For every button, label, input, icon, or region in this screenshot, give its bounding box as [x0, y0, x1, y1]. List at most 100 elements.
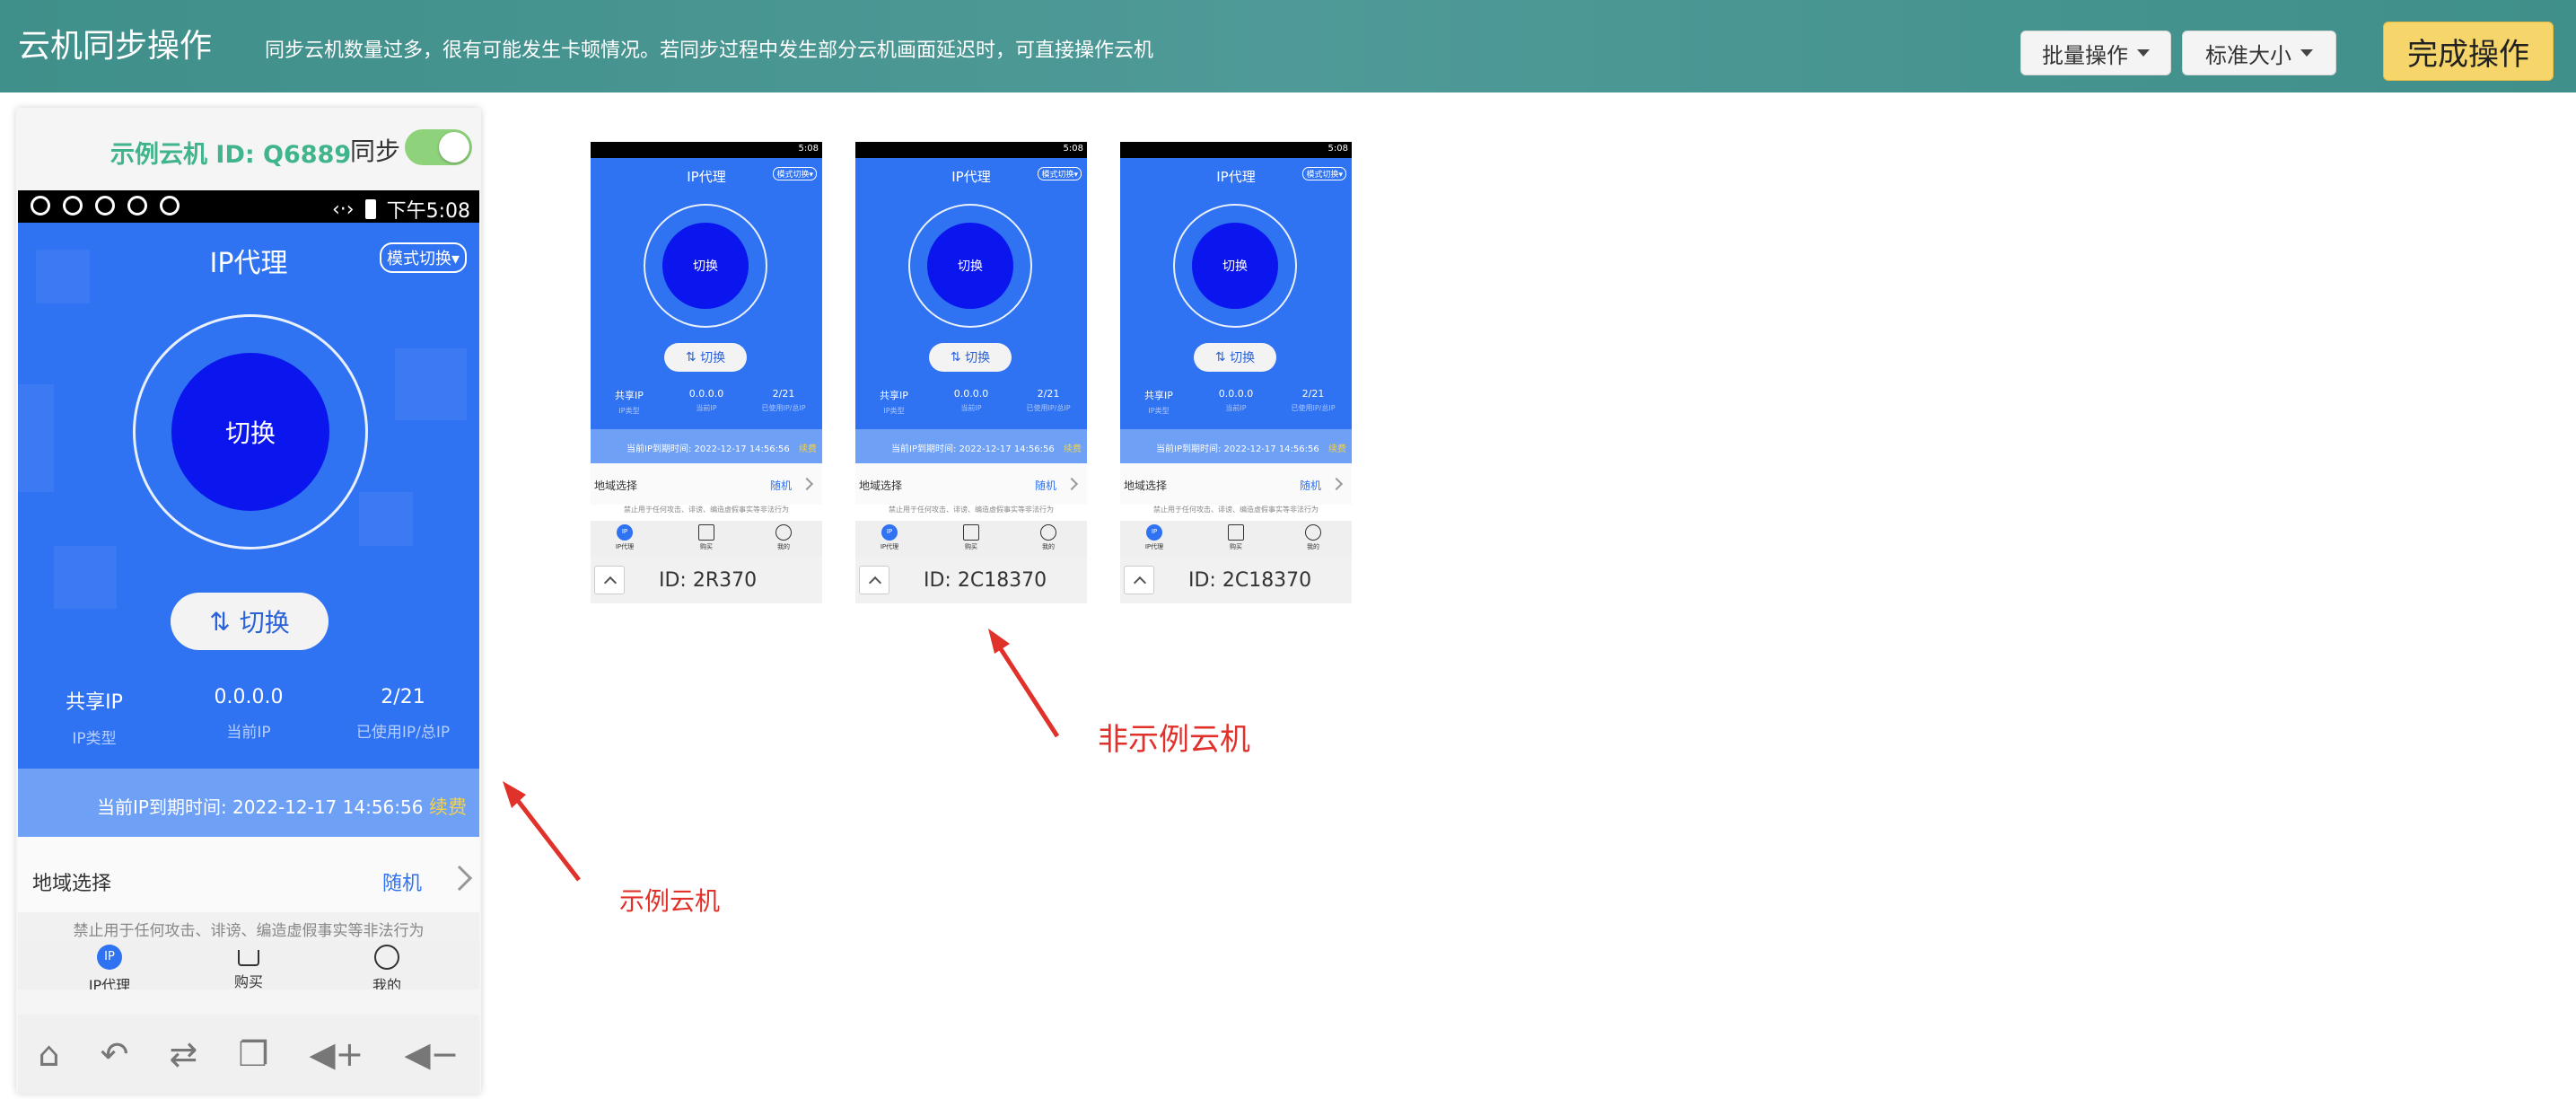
thumbnail-screen[interactable]: 5:08 IP代理 模式切换▾ 切换 ⇅ 切换 共享IP IP类型 0.0.0.0… — [855, 142, 1087, 557]
switch-core-button[interactable]: 切换 — [927, 223, 1013, 309]
app-tab-bar: IP IP代理 购买 我的 — [1120, 521, 1352, 557]
screen-rotate-icon[interactable]: ⇄ — [169, 1034, 197, 1074]
region-label: 地域选择 — [859, 479, 903, 492]
tab-ip-proxy[interactable]: IP IP代理 — [598, 524, 652, 551]
expand-up-button[interactable] — [1124, 566, 1154, 594]
batch-operation-dropdown[interactable]: 批量操作 — [2020, 31, 2171, 75]
size-label: 标准大小 — [2205, 42, 2291, 68]
tab-ip-proxy[interactable]: IP IP代理 — [1127, 524, 1181, 551]
switch-button[interactable]: ⇅ 切换 — [929, 343, 1012, 372]
region-select-row[interactable]: 地域选择 随机 — [591, 463, 822, 505]
arrow-head — [988, 629, 1010, 654]
size-dropdown[interactable]: 标准大小 — [2182, 31, 2336, 75]
tab-buy[interactable]: 购买 — [679, 524, 733, 551]
stat-ip-type: 共享IP IP类型 — [1120, 388, 1197, 416]
finish-operation-button[interactable]: 完成操作 — [2383, 22, 2554, 81]
tab-buy[interactable]: 购买 — [199, 945, 298, 989]
device-screen[interactable]: ‹·› 下午5:08 IP代理 模式切换▾ 切换 ⇅ 切换 共享IP IP类型 — [18, 190, 479, 989]
user-icon — [374, 945, 399, 970]
stat-current-ip: 0.0.0.0 当前IP — [668, 388, 745, 413]
app-tab-bar: IP IP代理 购买 我的 — [855, 521, 1087, 557]
page-title: 云机同步操作 — [18, 28, 213, 65]
caret-down-icon — [2300, 49, 2313, 57]
expiry-bar: 当前IP到期时间: 2022-12-17 14:56:56 续费 — [855, 429, 1087, 463]
tab-label: 购买 — [700, 543, 713, 550]
proxy-app-panel: IP代理 模式切换▾ 切换 ⇅ 切换 共享IP IP类型 0.0.0.0 当前IP … — [591, 158, 822, 429]
device-thumbnail[interactable]: 5:08 IP代理 模式切换▾ 切换 ⇅ 切换 共享IP IP类型 0.0.0.0… — [855, 142, 1087, 603]
tab-buy[interactable]: 购买 — [944, 524, 998, 551]
device-nav-bar: ⌂ ↶ ⇄ ❐ ◀+ ◀− — [18, 1015, 479, 1094]
tab-label: IP代理 — [880, 543, 899, 550]
ip-icon: IP — [617, 524, 633, 541]
tab-mine[interactable]: 我的 — [1286, 524, 1340, 551]
status-time: 5:08 — [798, 144, 819, 154]
switch-core-button[interactable]: 切换 — [1192, 223, 1278, 309]
renew-link[interactable]: 续费 — [1328, 441, 1346, 454]
home-icon[interactable]: ⌂ — [38, 1034, 59, 1074]
annotation-example-device: 示例云机 — [619, 886, 721, 916]
switch-core-button[interactable]: 切换 — [662, 223, 749, 309]
ip-icon: IP — [881, 524, 898, 541]
volume-down-icon[interactable]: ◀− — [404, 1034, 459, 1074]
notification-icon — [63, 196, 83, 215]
switch-button[interactable]: ⇅ 切换 — [171, 593, 329, 650]
expiry-bar: 当前IP到期时间: 2022-12-17 14:56:56 续费 — [18, 769, 479, 837]
thumbnail-screen[interactable]: 5:08 IP代理 模式切换▾ 切换 ⇅ 切换 共享IP IP类型 0.0.0.0… — [591, 142, 822, 557]
ip-icon: IP — [1146, 524, 1162, 541]
stat-ip-usage: 2/21 已使用IP/总IP — [327, 686, 479, 742]
proxy-app-panel: IP代理 模式切换▾ 切换 ⇅ 切换 共享IP IP类型 0.0.0.0 当前I… — [18, 223, 479, 769]
volume-up-icon[interactable]: ◀+ — [309, 1034, 364, 1074]
tab-label: IP代理 — [615, 543, 635, 550]
stat-label: IP类型 — [1148, 407, 1170, 415]
tab-mine[interactable]: 我的 — [1021, 524, 1075, 551]
stat-value: 共享IP — [1144, 390, 1173, 401]
tab-mine[interactable]: 我的 — [757, 524, 810, 551]
renew-link[interactable]: 续费 — [799, 441, 817, 454]
expand-up-button[interactable] — [594, 566, 625, 594]
tab-mine[interactable]: 我的 — [337, 945, 436, 989]
tab-ip-proxy[interactable]: IP IP代理 — [863, 524, 916, 551]
cart-icon — [963, 524, 979, 541]
example-device-id: 示例云机 ID: Q6889 — [110, 141, 352, 169]
back-icon[interactable]: ↶ — [101, 1034, 129, 1074]
stat-ip-usage: 2/21 已使用IP/总IP — [1275, 388, 1352, 413]
stat-ip-type: 共享IP IP类型 — [855, 388, 933, 416]
mode-switch-button[interactable]: 模式切换▾ — [379, 242, 467, 273]
device-thumbnail[interactable]: 5:08 IP代理 模式切换▾ 切换 ⇅ 切换 共享IP IP类型 0.0.0.0… — [591, 142, 822, 603]
renew-link[interactable]: 续费 — [429, 793, 467, 820]
region-select-row[interactable]: 地域选择 随机 — [18, 837, 479, 923]
expand-up-button[interactable] — [859, 566, 889, 594]
mode-switch-button[interactable]: 模式切换▾ — [1038, 167, 1082, 180]
switch-core-button[interactable]: 切换 — [171, 353, 329, 511]
device-thumbnail[interactable]: 5:08 IP代理 模式切换▾ 切换 ⇅ 切换 共享IP IP类型 0.0.0.0… — [1120, 142, 1352, 603]
disclaimer-text: 禁止用于任何攻击、诽谤、编造虚假事实等非法行为 — [18, 912, 479, 943]
stat-current-ip: 0.0.0.0 当前IP — [933, 388, 1010, 413]
expiry-bar: 当前IP到期时间: 2022-12-17 14:56:56 续费 — [591, 429, 822, 463]
mode-switch-button[interactable]: 模式切换▾ — [1302, 167, 1346, 180]
ip-icon: IP — [97, 945, 122, 970]
app-tab-bar: IP IP代理 购买 我的 — [18, 941, 479, 989]
thumbnail-screen[interactable]: 5:08 IP代理 模式切换▾ 切换 ⇅ 切换 共享IP IP类型 0.0.0.0… — [1120, 142, 1352, 557]
region-select-row[interactable]: 地域选择 随机 — [855, 463, 1087, 505]
tab-buy[interactable]: 购买 — [1209, 524, 1263, 551]
stat-value: 2/21 — [381, 686, 425, 708]
renew-link[interactable]: 续费 — [1064, 441, 1082, 454]
mode-switch-button[interactable]: 模式切换▾ — [773, 167, 817, 180]
tab-label: IP代理 — [1144, 543, 1164, 550]
region-select-row[interactable]: 地域选择 随机 — [1120, 463, 1352, 505]
swap-icon: ⇅ — [209, 606, 231, 637]
switch-button[interactable]: ⇅ 切换 — [664, 343, 747, 372]
region-label: 地域选择 — [1124, 479, 1168, 492]
stat-value: 0.0.0.0 — [214, 686, 284, 708]
stat-value: 2/21 — [1037, 388, 1060, 400]
switch-button[interactable]: ⇅ 切换 — [1194, 343, 1276, 372]
multitask-icon[interactable]: ❐ — [238, 1034, 268, 1074]
bg-tile — [54, 546, 117, 609]
stat-label: 当前IP — [1225, 404, 1247, 412]
stat-value: 0.0.0.0 — [953, 388, 989, 400]
tab-ip-proxy[interactable]: IP IP代理 — [60, 945, 159, 989]
toggle-knob — [439, 132, 469, 163]
sync-toggle[interactable] — [405, 129, 472, 165]
stat-current-ip: 0.0.0.0 当前IP — [172, 686, 325, 742]
stat-label: 当前IP — [696, 404, 717, 412]
